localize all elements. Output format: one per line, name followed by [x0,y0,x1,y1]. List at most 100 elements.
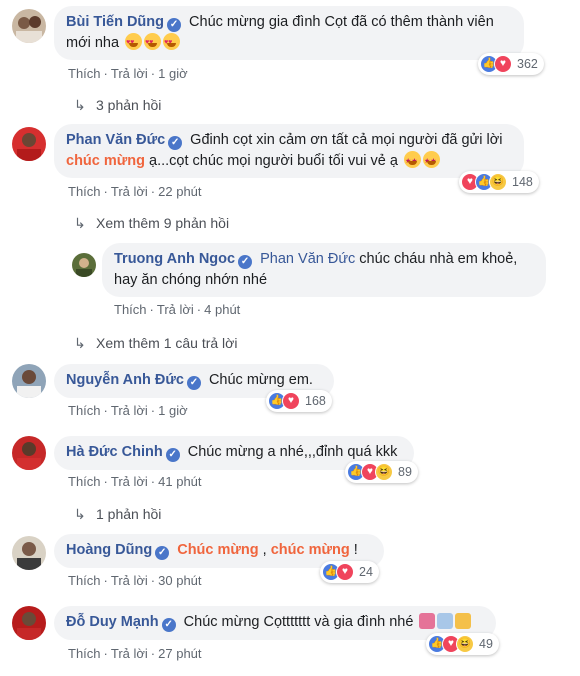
verified-icon: ✓ [168,136,183,150]
comment-bubble: Phan Văn Đức ✓ Gđinh cọt xin cảm ơn tất c… [54,124,524,178]
reply-arrow-icon: ↳ [74,335,86,351]
smiling-hearts-emoji-icon [125,32,143,53]
mention-link[interactable]: Phan Văn Đức [260,251,355,267]
comment-author[interactable]: Hoàng Dũng [66,542,152,558]
haha-reaction-icon: 😆 [375,463,393,481]
avatar-image [12,9,46,43]
star-struck-emoji-icon [403,151,421,172]
view-more-replies-link[interactable]: ↳ Xem thêm 1 câu trả lời [74,335,237,352]
comment-text-line2: ạ...cọt chúc mọi người buổi tối vui vẻ ạ [144,153,398,169]
avatar-image [12,127,46,161]
comment-time[interactable]: 30 phút [158,573,201,588]
gift-emoji-icon [437,613,454,629]
verified-icon: ✓ [165,448,180,462]
reaction-count: 148 [512,175,533,189]
reaction-count: 89 [398,465,412,479]
comment-actions: Thích · Trả lời · 1 giờ [68,403,188,418]
reply-link[interactable]: Trả lời [111,66,148,81]
like-link[interactable]: Thích [68,474,101,489]
comment-author[interactable]: Hà Đức Chinh [66,444,163,460]
comment-author[interactable]: Nguyễn Anh Đức [66,372,184,388]
comment-time[interactable]: 22 phút [158,184,201,199]
comment-time[interactable]: 1 giờ [158,66,188,81]
like-link[interactable]: Thích [68,184,101,199]
like-link[interactable]: Thích [68,573,101,588]
comment-text: Chúc mừng Cọttttttt và gia đình nhé [183,614,414,630]
avatar[interactable] [12,536,46,570]
reaction-summary[interactable]: 👍 ♥ 24 [320,561,379,583]
reaction-summary[interactable]: ♥ 👍 😆 148 [459,171,539,193]
avatar-image [12,364,46,398]
avatar[interactable] [12,9,46,43]
comment-time[interactable]: 27 phút [158,646,201,661]
verified-icon: ✓ [186,376,201,390]
avatar[interactable] [72,253,96,277]
comment-actions: Thích · Trả lời · 1 giờ [68,66,188,81]
view-replies-link[interactable]: ↳ 1 phản hồi [74,506,161,523]
comment-bubble: Bùi Tiến Dũng ✓ Chúc mừng gia đình Cọt đã… [54,6,524,60]
avatar[interactable] [12,127,46,161]
comment-text: Chúc mừng gia đình Cọt đã có thêm thành … [189,14,494,30]
comment-text: chúc cháu nhà em khoẻ, [355,251,518,267]
reaction-summary[interactable]: 👍 ♥ 😆 49 [426,633,499,655]
star-struck-emoji-icon [422,151,440,172]
verified-icon: ✓ [238,255,253,269]
smiling-hearts-emoji-icon [144,32,162,53]
comment-author[interactable]: Bùi Tiến Dũng [66,14,164,30]
reaction-summary[interactable]: 👍 ♥ 362 [478,53,544,75]
reaction-count: 49 [479,637,493,651]
reply-link[interactable]: Trả lời [111,403,148,418]
love-reaction-icon: ♥ [494,55,512,73]
comment-time[interactable]: 41 phút [158,474,201,489]
comment-author[interactable]: Truong Anh Ngoc [114,251,235,267]
comment-text: Chúc mừng a nhé,,,đỉnh quá kkk [187,444,398,460]
avatar-image [12,536,46,570]
verified-icon: ✓ [161,618,176,632]
comment-actions: Thích · Trả lời · 27 phút [68,646,202,661]
like-link[interactable]: Thích [68,403,101,418]
reply-arrow-icon: ↳ [74,97,86,113]
comment-text-line2: mới nha [66,35,120,51]
avatar-image [72,253,96,277]
avatar-image [12,606,46,640]
highlighted-phrase[interactable]: chúc mừng [66,153,145,169]
highlighted-phrase[interactable]: Chúc mừng [177,542,258,558]
reply-link[interactable]: Trả lời [111,474,148,489]
view-more-replies-link[interactable]: ↳ Xem thêm 9 phản hồi [74,215,229,232]
comment-actions: Thích · Trả lời · 30 phút [68,573,202,588]
haha-reaction-icon: 😆 [489,173,507,191]
party-popper-emoji-icon [455,613,472,629]
highlighted-phrase[interactable]: chúc mừng [271,542,350,558]
reply-link[interactable]: Trả lời [111,184,148,199]
reaction-summary[interactable]: 👍 ♥ 😆 89 [345,461,418,483]
like-link[interactable]: Thích [68,66,101,81]
reply-link[interactable]: Trả lời [111,646,148,661]
love-reaction-icon: ♥ [282,392,300,410]
comment-actions: Thích · Trả lời · 22 phút [68,184,202,199]
reply-link[interactable]: Trả lời [111,573,148,588]
reply-arrow-icon: ↳ [74,506,86,522]
comment-actions: Thích · Trả lời · 4 phút [114,302,241,317]
verified-icon: ✓ [155,546,170,560]
haha-reaction-icon: 😆 [456,635,474,653]
comment-time[interactable]: 4 phút [204,302,240,317]
comment-time[interactable]: 1 giờ [158,403,188,418]
comment-actions: Thích · Trả lời · 41 phút [68,474,202,489]
comment-author[interactable]: Phan Văn Đức [66,132,165,148]
view-replies-link[interactable]: ↳ 3 phản hồi [74,97,161,114]
reaction-summary[interactable]: 👍 ♥ 168 [266,390,332,412]
reply-link[interactable]: Trả lời [157,302,194,317]
reply-bubble: Truong Anh Ngoc ✓ Phan Văn Đức chúc cháu … [102,243,546,297]
love-reaction-icon: ♥ [336,563,354,581]
avatar[interactable] [12,364,46,398]
comment-text-line2: hay ăn chóng nhớn nhé [114,272,268,288]
comment-author[interactable]: Đỗ Duy Mạnh [66,614,159,630]
avatar[interactable] [12,436,46,470]
like-link[interactable]: Thích [114,302,147,317]
avatar[interactable] [12,606,46,640]
reaction-count: 168 [305,394,326,408]
smiling-hearts-emoji-icon [163,32,181,53]
like-link[interactable]: Thích [68,646,101,661]
avatar-image [12,436,46,470]
bouquet-emoji-icon [419,613,436,629]
